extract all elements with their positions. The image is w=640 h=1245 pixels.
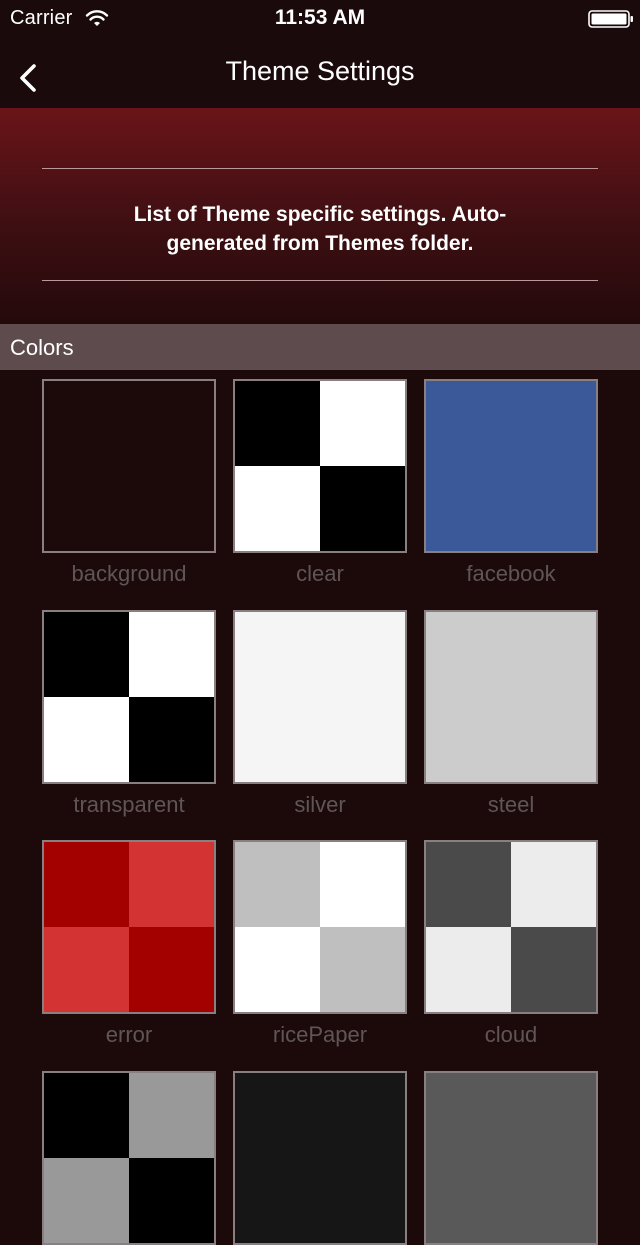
swatch-quadrant [320, 697, 405, 782]
swatch-quadrant [511, 466, 596, 551]
swatch-quadrant [44, 612, 129, 697]
color-swatch[interactable] [424, 840, 598, 1014]
section-header-colors: Colors [0, 324, 640, 370]
swatch-quadrant [44, 381, 129, 466]
battery-icon [588, 10, 633, 28]
page-title: Theme Settings [225, 56, 415, 86]
swatch-quadrant [426, 612, 511, 697]
header-description: List of Theme specific settings. Auto-ge… [133, 203, 507, 255]
navigation-bar: Theme Settings [0, 40, 640, 108]
swatch-quadrant [44, 842, 129, 927]
swatch-quadrant [511, 927, 596, 1012]
swatch-quadrant [235, 1073, 320, 1158]
divider [42, 168, 598, 169]
color-swatch[interactable] [42, 379, 216, 553]
swatch-quadrant [511, 697, 596, 782]
color-swatch[interactable] [424, 610, 598, 784]
swatch-quadrant [320, 612, 405, 697]
swatch-label: facebook [466, 561, 556, 586]
swatch-quadrant [320, 1073, 405, 1158]
color-swatch[interactable] [42, 840, 216, 1014]
swatch-quadrant [235, 466, 320, 551]
swatch-quadrant [235, 612, 320, 697]
color-swatch[interactable] [42, 1071, 216, 1245]
color-swatch[interactable] [233, 379, 407, 553]
swatch-quadrant [44, 1158, 129, 1243]
swatch-label: clear [296, 561, 344, 586]
swatch-label: cloud [484, 1022, 538, 1047]
swatch-quadrant [235, 842, 320, 927]
divider [42, 280, 598, 281]
swatch-label: ricePaper [272, 1022, 368, 1047]
swatch-quadrant [235, 697, 320, 782]
swatch-quadrant [426, 927, 511, 1012]
swatch-quadrant [320, 1158, 405, 1243]
color-swatch[interactable] [424, 1071, 598, 1245]
color-swatch[interactable] [233, 1071, 407, 1245]
swatch-quadrant [129, 927, 214, 1012]
swatch-quadrant [129, 466, 214, 551]
swatch-quadrant [44, 697, 129, 782]
swatch-quadrant [426, 697, 511, 782]
swatch-quadrant [426, 381, 511, 466]
status-time: 11:53 AM [274, 6, 366, 29]
color-swatch[interactable] [42, 610, 216, 784]
status-bar: Carrier 11:53 AM [0, 0, 640, 40]
swatch-quadrant [511, 1073, 596, 1158]
color-swatch[interactable] [424, 379, 598, 553]
swatch-quadrant [129, 697, 214, 782]
swatch-label: silver [294, 792, 346, 817]
color-swatch[interactable] [233, 610, 407, 784]
swatch-quadrant [511, 381, 596, 466]
swatch-quadrant [426, 1158, 511, 1243]
swatch-quadrant [511, 1158, 596, 1243]
swatch-label: error [105, 1022, 153, 1047]
swatch-quadrant [320, 466, 405, 551]
header-panel: List of Theme specific settings. Auto-ge… [0, 108, 640, 324]
swatch-quadrant [426, 1073, 511, 1158]
color-swatch[interactable] [233, 840, 407, 1014]
swatch-quadrant [44, 1073, 129, 1158]
swatch-quadrant [320, 927, 405, 1012]
swatch-quadrant [129, 381, 214, 466]
swatch-quadrant [44, 927, 129, 1012]
swatch-quadrant [511, 842, 596, 927]
swatch-quadrant [320, 381, 405, 466]
swatch-quadrant [129, 612, 214, 697]
swatch-quadrant [129, 1158, 214, 1243]
swatch-label: background [71, 561, 187, 586]
swatch-quadrant [129, 1073, 214, 1158]
swatch-quadrant [235, 381, 320, 466]
swatch-quadrant [235, 927, 320, 1012]
swatch-label: steel [487, 792, 535, 817]
swatch-quadrant [511, 612, 596, 697]
swatch-quadrant [320, 842, 405, 927]
swatch-quadrant [426, 842, 511, 927]
swatch-label: transparent [73, 792, 185, 817]
section-title: Colors [10, 335, 74, 360]
swatch-quadrant [129, 842, 214, 927]
swatch-quadrant [44, 466, 129, 551]
swatch-quadrant [235, 1158, 320, 1243]
swatch-quadrant [426, 466, 511, 551]
